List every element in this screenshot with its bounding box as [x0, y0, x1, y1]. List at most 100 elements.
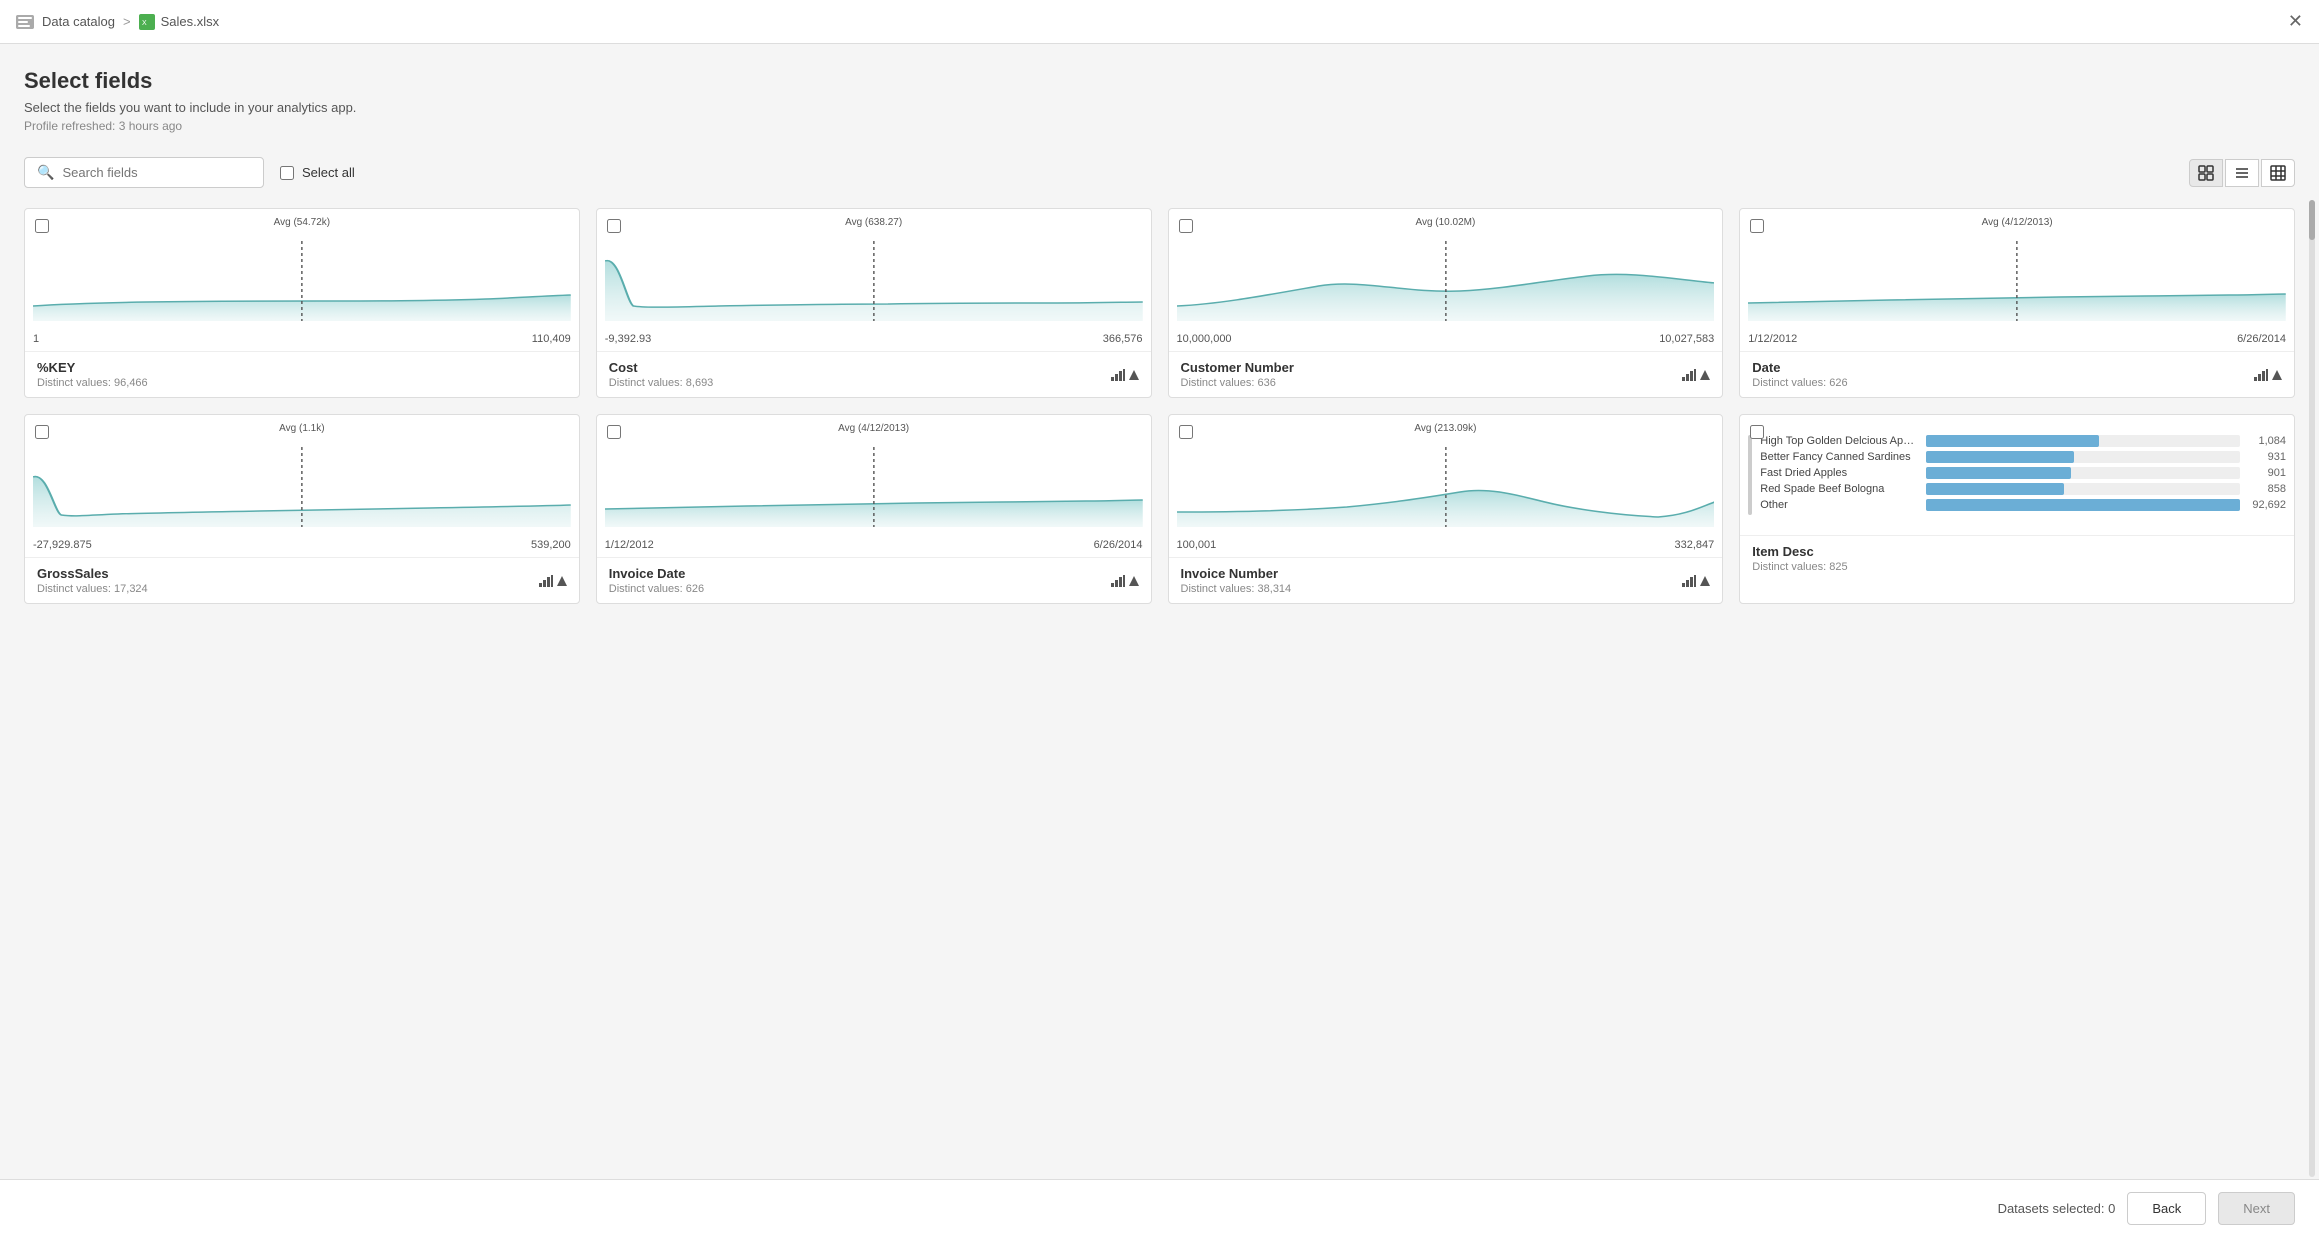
- card-checkbox-invoice_date[interactable]: [607, 425, 621, 439]
- card-name-cost: Cost: [609, 360, 714, 375]
- card-checkbox-cost[interactable]: [607, 219, 621, 233]
- select-all-control[interactable]: Select all: [280, 165, 355, 180]
- svg-text:X: X: [142, 20, 147, 27]
- bar-track: [1926, 451, 2240, 463]
- range-max-date: 6/26/2014: [2237, 333, 2286, 345]
- range-max-gross_sales: 539,200: [531, 539, 571, 551]
- bar-label: Better Fancy Canned Sardines: [1760, 451, 1920, 463]
- chart-avg-label-customer_number: Avg (10.02M): [1415, 217, 1475, 228]
- chart-svg-date: [1748, 241, 2286, 321]
- card-distinct-item_desc: Distinct values: 825: [1752, 561, 1847, 573]
- catalog-icon: [16, 15, 34, 29]
- bar-label: Other: [1760, 499, 1920, 511]
- scrollbar-thumb[interactable]: [2309, 200, 2315, 240]
- card-name-invoice_number: Invoice Number: [1181, 566, 1292, 581]
- bar-fill: [1926, 483, 2064, 495]
- range-min-customer_number: 10,000,000: [1177, 333, 1232, 345]
- chart-type-toggle-invoice_date[interactable]: [1111, 575, 1139, 587]
- bar-count: 931: [2246, 451, 2286, 463]
- bar-chart-area: High Top Golden Delcious Apples 1,084 Be…: [1740, 415, 2294, 535]
- card-checkbox-invoice_number[interactable]: [1179, 425, 1193, 439]
- scrollbar[interactable]: [2309, 200, 2315, 1177]
- card-checkbox-customer_number[interactable]: [1179, 219, 1193, 233]
- card-footer-cost: Cost Distinct values: 8,693: [597, 351, 1151, 397]
- range-min-invoice_number: 100,001: [1177, 539, 1217, 551]
- card-name-invoice_date: Invoice Date: [609, 566, 704, 581]
- card-checkbox-gross_sales[interactable]: [35, 425, 49, 439]
- range-max-customer_number: 10,027,583: [1659, 333, 1714, 345]
- card-distinct-pct_key: Distinct values: 96,466: [37, 377, 148, 389]
- card-range-invoice_date: 1/12/2012 6/26/2014: [597, 535, 1151, 557]
- bar-axis: [1748, 435, 1752, 515]
- range-max-invoice_number: 332,847: [1674, 539, 1714, 551]
- next-button[interactable]: Next: [2218, 1192, 2295, 1225]
- card-chart-pct_key: Avg (54.72k): [25, 209, 579, 329]
- chart-svg-invoice_number: [1177, 447, 1715, 527]
- range-min-cost: -9,392.93: [605, 333, 651, 345]
- search-input[interactable]: [62, 165, 251, 180]
- filename-label: Sales.xlsx: [161, 14, 220, 29]
- card-checkbox-item_desc[interactable]: [1750, 425, 1764, 439]
- profile-refresh: Profile refreshed: 3 hours ago: [24, 119, 2295, 133]
- card-footer-invoice_number: Invoice Number Distinct values: 38,314: [1169, 557, 1723, 603]
- chart-svg-customer_number: [1177, 241, 1715, 321]
- back-button[interactable]: Back: [2127, 1192, 2206, 1225]
- bar-fill: [1926, 467, 2070, 479]
- card-chart-date: Avg (4/12/2013): [1740, 209, 2294, 329]
- select-all-checkbox[interactable]: [280, 166, 294, 180]
- card-footer-pct_key: %KEY Distinct values: 96,466: [25, 351, 579, 397]
- card-checkbox-date[interactable]: [1750, 219, 1764, 233]
- card-footer-gross_sales: GrossSales Distinct values: 17,324: [25, 557, 579, 603]
- card-distinct-invoice_date: Distinct values: 626: [609, 583, 704, 595]
- search-box[interactable]: 🔍: [24, 157, 264, 188]
- close-button[interactable]: ✕: [2288, 11, 2303, 32]
- card-chart-gross_sales: Avg (1.1k): [25, 415, 579, 535]
- bar-item: High Top Golden Delcious Apples 1,084: [1760, 435, 2286, 447]
- card-chart-invoice_date: Avg (4/12/2013): [597, 415, 1151, 535]
- chart-type-toggle-date[interactable]: [2254, 369, 2282, 381]
- chart-type-toggle-customer_number[interactable]: [1682, 369, 1710, 381]
- card-name-item_desc: Item Desc: [1752, 544, 1847, 559]
- range-max-cost: 366,576: [1103, 333, 1143, 345]
- card-range-invoice_number: 100,001 332,847: [1169, 535, 1723, 557]
- card-name-customer_number: Customer Number: [1181, 360, 1294, 375]
- card-name-gross_sales: GrossSales: [37, 566, 148, 581]
- breadcrumb-separator: >: [123, 14, 131, 29]
- bar-items-container: High Top Golden Delcious Apples 1,084 Be…: [1760, 435, 2286, 515]
- card-range-gross_sales: -27,929.875 539,200: [25, 535, 579, 557]
- card-name-date: Date: [1752, 360, 1847, 375]
- chart-svg-invoice_date: [605, 447, 1143, 527]
- field-card-pct_key: Avg (54.72k) 1 110,409: [24, 208, 580, 398]
- chart-type-toggle-invoice_number[interactable]: [1682, 575, 1710, 587]
- list-view-button[interactable]: [2225, 159, 2259, 187]
- chart-avg-label-date: Avg (4/12/2013): [1982, 217, 2053, 228]
- card-checkbox-pct_key[interactable]: [35, 219, 49, 233]
- card-distinct-cost: Distinct values: 8,693: [609, 377, 714, 389]
- chart-type-toggle-cost[interactable]: [1111, 369, 1139, 381]
- card-chart-invoice_number: Avg (213.09k): [1169, 415, 1723, 535]
- card-footer-invoice_date: Invoice Date Distinct values: 626: [597, 557, 1151, 603]
- card-footer-date: Date Distinct values: 626: [1740, 351, 2294, 397]
- table-view-button[interactable]: [2261, 159, 2295, 187]
- chart-avg-label-cost: Avg (638.27): [845, 217, 902, 228]
- bar-count: 1,084: [2246, 435, 2286, 447]
- chart-type-toggle-gross_sales[interactable]: [539, 575, 567, 587]
- field-card-customer_number: Avg (10.02M) 10,000,000 10,027,583: [1168, 208, 1724, 398]
- bar-track: [1926, 467, 2240, 479]
- select-all-label: Select all: [302, 165, 355, 180]
- chart-svg-pct_key: [33, 241, 571, 321]
- bar-fill: [1926, 435, 2099, 447]
- bar-track: [1926, 499, 2240, 511]
- breadcrumb-file[interactable]: X Sales.xlsx: [139, 14, 220, 30]
- bar-count: 858: [2246, 483, 2286, 495]
- card-chart-cost: Avg (638.27): [597, 209, 1151, 329]
- range-min-gross_sales: -27,929.875: [33, 539, 92, 551]
- breadcrumb-catalog[interactable]: Data catalog: [42, 14, 115, 29]
- card-range-cost: -9,392.93 366,576: [597, 329, 1151, 351]
- cards-grid: Avg (54.72k) 1 110,409: [24, 208, 2295, 604]
- grid-view-button[interactable]: [2189, 159, 2223, 187]
- range-max-invoice_date: 6/26/2014: [1094, 539, 1143, 551]
- bar-item: Red Spade Beef Bologna 858: [1760, 483, 2286, 495]
- toolbar: 🔍 Select all: [24, 157, 2295, 188]
- bar-item: Better Fancy Canned Sardines 931: [1760, 451, 2286, 463]
